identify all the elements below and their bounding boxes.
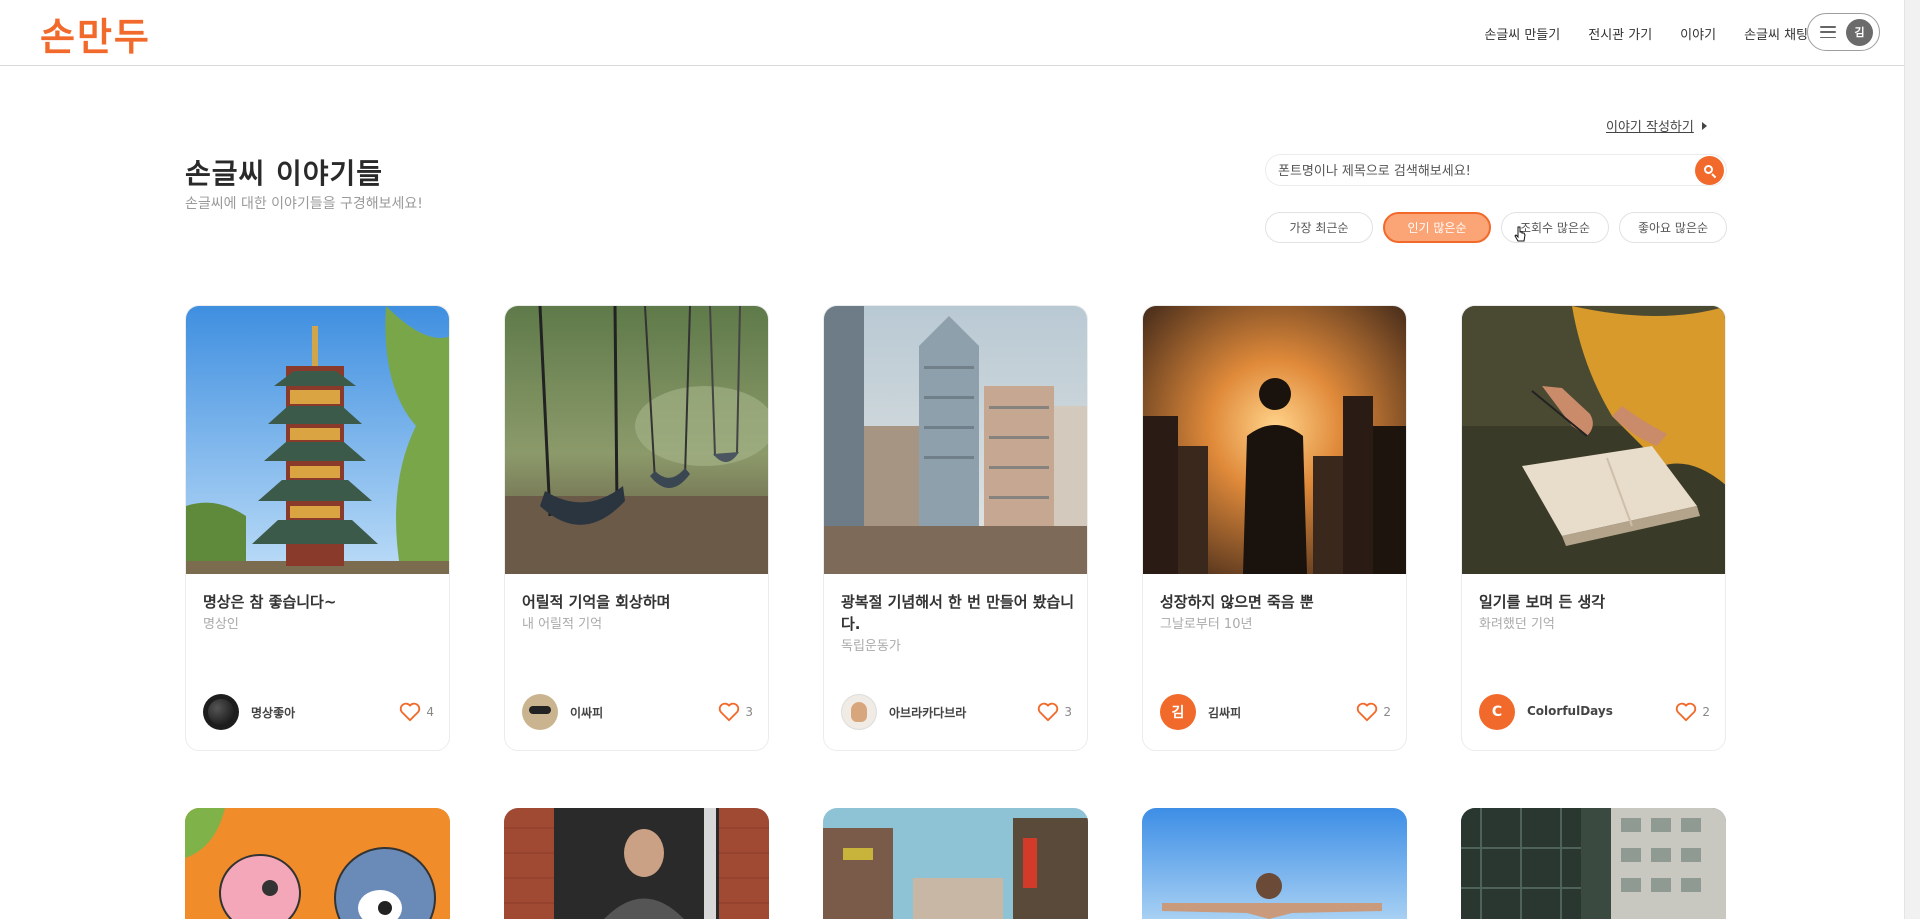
- site-logo[interactable]: 손만두: [40, 6, 151, 61]
- author-avatar: 김: [1160, 694, 1196, 730]
- story-footer: 명상좋아 4: [203, 694, 434, 730]
- sort-recent-button[interactable]: 가장 최근순: [1265, 212, 1373, 243]
- story-title: 어릴적 기억을 회상하며: [522, 593, 671, 611]
- author-name: 김싸피: [1208, 706, 1242, 720]
- story-title: 성장하지 않으면 죽음 뿐: [1160, 593, 1314, 611]
- nav-item-make-handwriting[interactable]: 손글씨 만들기: [1484, 24, 1560, 43]
- search-icon: [1703, 164, 1716, 178]
- main-nav: 손글씨 만들기 전시관 가기 이야기 손글씨 채팅: [1484, 0, 1808, 66]
- search-box: [1265, 154, 1727, 186]
- like-count: 2: [1383, 705, 1391, 719]
- story-image-street: [823, 808, 1088, 919]
- story-card[interactable]: 광복절 기념해서 한 번 만들어 봤습니다. 독립운동가 아브라카다브라 3: [823, 305, 1088, 751]
- sort-options: 가장 최근순 인기 많은순 조회수 많은순 좋아요 많은순: [1265, 212, 1727, 243]
- story-image-cartoon: [185, 808, 450, 919]
- like-counter[interactable]: 2: [1675, 702, 1710, 722]
- story-card[interactable]: [823, 808, 1088, 919]
- page-subtitle: 손글씨에 대한 이야기들을 구경해보세요!: [185, 196, 423, 212]
- story-card[interactable]: [1461, 808, 1726, 919]
- write-story-label: 이야기 작성하기: [1606, 120, 1694, 135]
- story-footer: 이싸피 3: [522, 694, 753, 730]
- author-name: 이싸피: [570, 706, 604, 720]
- search-input[interactable]: [1278, 160, 1678, 182]
- story-card[interactable]: [1142, 808, 1407, 919]
- story-subtitle: 명상인: [203, 617, 239, 632]
- story-title: 명상은 참 좋습니다~: [203, 593, 337, 611]
- caret-right-icon: [1701, 121, 1707, 130]
- story-card[interactable]: 어릴적 기억을 회상하며 내 어릴적 기억 이싸피 3: [504, 305, 769, 751]
- author-avatar: [522, 694, 558, 730]
- story-title: 일기를 보며 든 생각: [1479, 593, 1606, 611]
- story-card[interactable]: 명상은 참 좋습니다~ 명상인 명상좋아 4: [185, 305, 450, 751]
- like-count: 3: [745, 705, 753, 719]
- nav-item-stories[interactable]: 이야기: [1680, 24, 1716, 43]
- story-image-diary: [1462, 306, 1725, 574]
- like-counter[interactable]: 4: [399, 702, 434, 722]
- sort-popular-button[interactable]: 인기 많은순: [1383, 212, 1491, 243]
- story-footer: C ColorfulDays 2: [1479, 694, 1710, 730]
- like-count: 3: [1064, 705, 1072, 719]
- like-count: 2: [1702, 705, 1710, 719]
- story-image-swings: [505, 306, 768, 574]
- story-image-building: [1461, 808, 1726, 919]
- story-card[interactable]: 일기를 보며 든 생각 화려했던 기억 C ColorfulDays 2: [1461, 305, 1726, 751]
- story-subtitle: 독립운동가: [841, 639, 901, 654]
- mouse-pointer-icon: [1514, 226, 1526, 242]
- author-name: 명상좋아: [251, 706, 296, 720]
- like-counter[interactable]: 3: [718, 702, 753, 722]
- author-name: ColorfulDays: [1527, 704, 1613, 718]
- heart-icon: [400, 702, 421, 722]
- author-avatar: [203, 694, 239, 730]
- story-title: 광복절 기념해서 한 번 만들어 봤습니다.: [841, 593, 1075, 633]
- story-image-sunset: [1143, 306, 1406, 574]
- user-menu-button[interactable]: 김: [1807, 13, 1880, 51]
- story-subtitle: 화려했던 기억: [1479, 617, 1555, 632]
- nav-item-gallery[interactable]: 전시관 가기: [1588, 24, 1652, 43]
- like-count: 4: [426, 705, 434, 719]
- story-image-city: [824, 306, 1087, 574]
- story-footer: 아브라카다브라 3: [841, 694, 1072, 730]
- like-counter[interactable]: 3: [1037, 702, 1072, 722]
- nav-item-chat[interactable]: 손글씨 채팅: [1744, 24, 1808, 43]
- author-avatar: C: [1479, 694, 1515, 730]
- story-card[interactable]: [504, 808, 769, 919]
- story-subtitle: 내 어릴적 기억: [522, 617, 603, 632]
- story-card[interactable]: 성장하지 않으면 죽음 뿐 그날로부터 10년 김 김싸피 2: [1142, 305, 1407, 751]
- heart-icon: [1357, 702, 1378, 722]
- sort-likes-button[interactable]: 좋아요 많은순: [1619, 212, 1727, 243]
- heart-icon: [1676, 702, 1697, 722]
- author-avatar: [841, 694, 877, 730]
- story-card[interactable]: [185, 808, 450, 919]
- search-button[interactable]: [1695, 156, 1724, 185]
- story-grid: 명상은 참 좋습니다~ 명상인 명상좋아 4 어릴적 기억을 회상하며 내 어릴…: [185, 305, 1726, 765]
- story-subtitle: 그날로부터 10년: [1160, 617, 1253, 632]
- hamburger-menu-icon: [1820, 26, 1836, 38]
- user-avatar: 김: [1846, 18, 1873, 46]
- heart-icon: [719, 702, 740, 722]
- author-name: 아브라카다브라: [889, 706, 967, 720]
- story-footer: 김 김싸피 2: [1160, 694, 1391, 730]
- like-counter[interactable]: 2: [1356, 702, 1391, 722]
- story-image-open-arms: [1142, 808, 1407, 919]
- story-image-pagoda: [186, 306, 449, 574]
- write-story-link[interactable]: 이야기 작성하기: [1606, 116, 1707, 135]
- page-title: 손글씨 이야기들: [185, 157, 384, 190]
- page-scrollbar[interactable]: [1904, 0, 1920, 919]
- heart-icon: [1038, 702, 1059, 722]
- top-navigation-bar: 손만두 손글씨 만들기 전시관 가기 이야기 손글씨 채팅 김: [0, 0, 1920, 66]
- story-image-elderly-man: [504, 808, 769, 919]
